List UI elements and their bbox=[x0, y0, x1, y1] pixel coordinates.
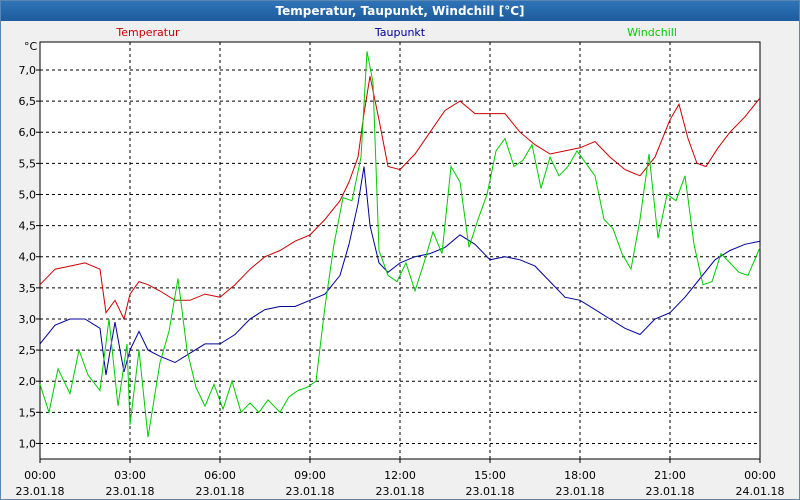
y-tick-label: 5,0 bbox=[19, 188, 37, 201]
x-tick-time: 12:00 bbox=[384, 469, 416, 482]
chart-svg: 1,01,52,02,53,03,54,04,55,05,56,06,57,0 … bbox=[16, 26, 785, 498]
x-tick-time: 18:00 bbox=[564, 469, 596, 482]
legend-windchill: Windchill bbox=[627, 26, 677, 39]
legend-taupunkt: Taupunkt bbox=[374, 26, 426, 39]
x-tick-date: 23.01.18 bbox=[376, 485, 425, 498]
x-tick-time: 09:00 bbox=[294, 469, 326, 482]
x-tick-date: 23.01.18 bbox=[196, 485, 245, 498]
x-tick-time: 03:00 bbox=[114, 469, 146, 482]
x-tick-time: 06:00 bbox=[204, 469, 236, 482]
y-tick-label: 6,5 bbox=[19, 95, 37, 108]
y-tick-label: 7,0 bbox=[19, 64, 37, 77]
y-tick-label: 2,0 bbox=[19, 375, 37, 388]
x-tick-time: 15:00 bbox=[474, 469, 506, 482]
y-axis: 1,0 1,5 2,0 2,5 3,0 3,5 4,0 4,5 5,0 5,5 6,0 6,5 7,0 bbox=[19, 64, 40, 450]
x-tick-date: 24.01.18 bbox=[736, 485, 785, 498]
y-tick-label: 5,5 bbox=[19, 157, 37, 170]
x-tick-time: 00:00 bbox=[24, 469, 56, 482]
y-tick-label: 4,0 bbox=[19, 251, 37, 264]
y-tick-label: 1,5 bbox=[19, 406, 37, 419]
y-tick-label: 4,5 bbox=[19, 220, 37, 233]
y-tick-label: 3,5 bbox=[19, 282, 37, 295]
y-axis-label: °C bbox=[24, 40, 38, 53]
x-tick-date: 23.01.18 bbox=[106, 485, 155, 498]
x-axis: 00:00 23.01.18 03:00 23.01.18 06:00 23.01.18 0… bbox=[16, 459, 785, 498]
x-tick-date: 23.01.18 bbox=[556, 485, 605, 498]
x-tick-date: 23.01.18 bbox=[16, 485, 65, 498]
x-tick-date: 23.01.18 bbox=[286, 485, 335, 498]
y-tick-label: 3,0 bbox=[19, 313, 37, 326]
x-tick-time: 21:00 bbox=[654, 469, 686, 482]
y-tick-label: 2,5 bbox=[19, 344, 37, 357]
x-tick-date: 23.01.18 bbox=[646, 485, 695, 498]
x-tick-date: 23.01.18 bbox=[466, 485, 515, 498]
x-tick-time: 00:00 bbox=[744, 469, 776, 482]
legend-temperatur: Temperatur bbox=[115, 26, 180, 39]
y-tick-label: 1,0 bbox=[19, 437, 37, 450]
y-tick-label: 6,0 bbox=[19, 126, 37, 139]
